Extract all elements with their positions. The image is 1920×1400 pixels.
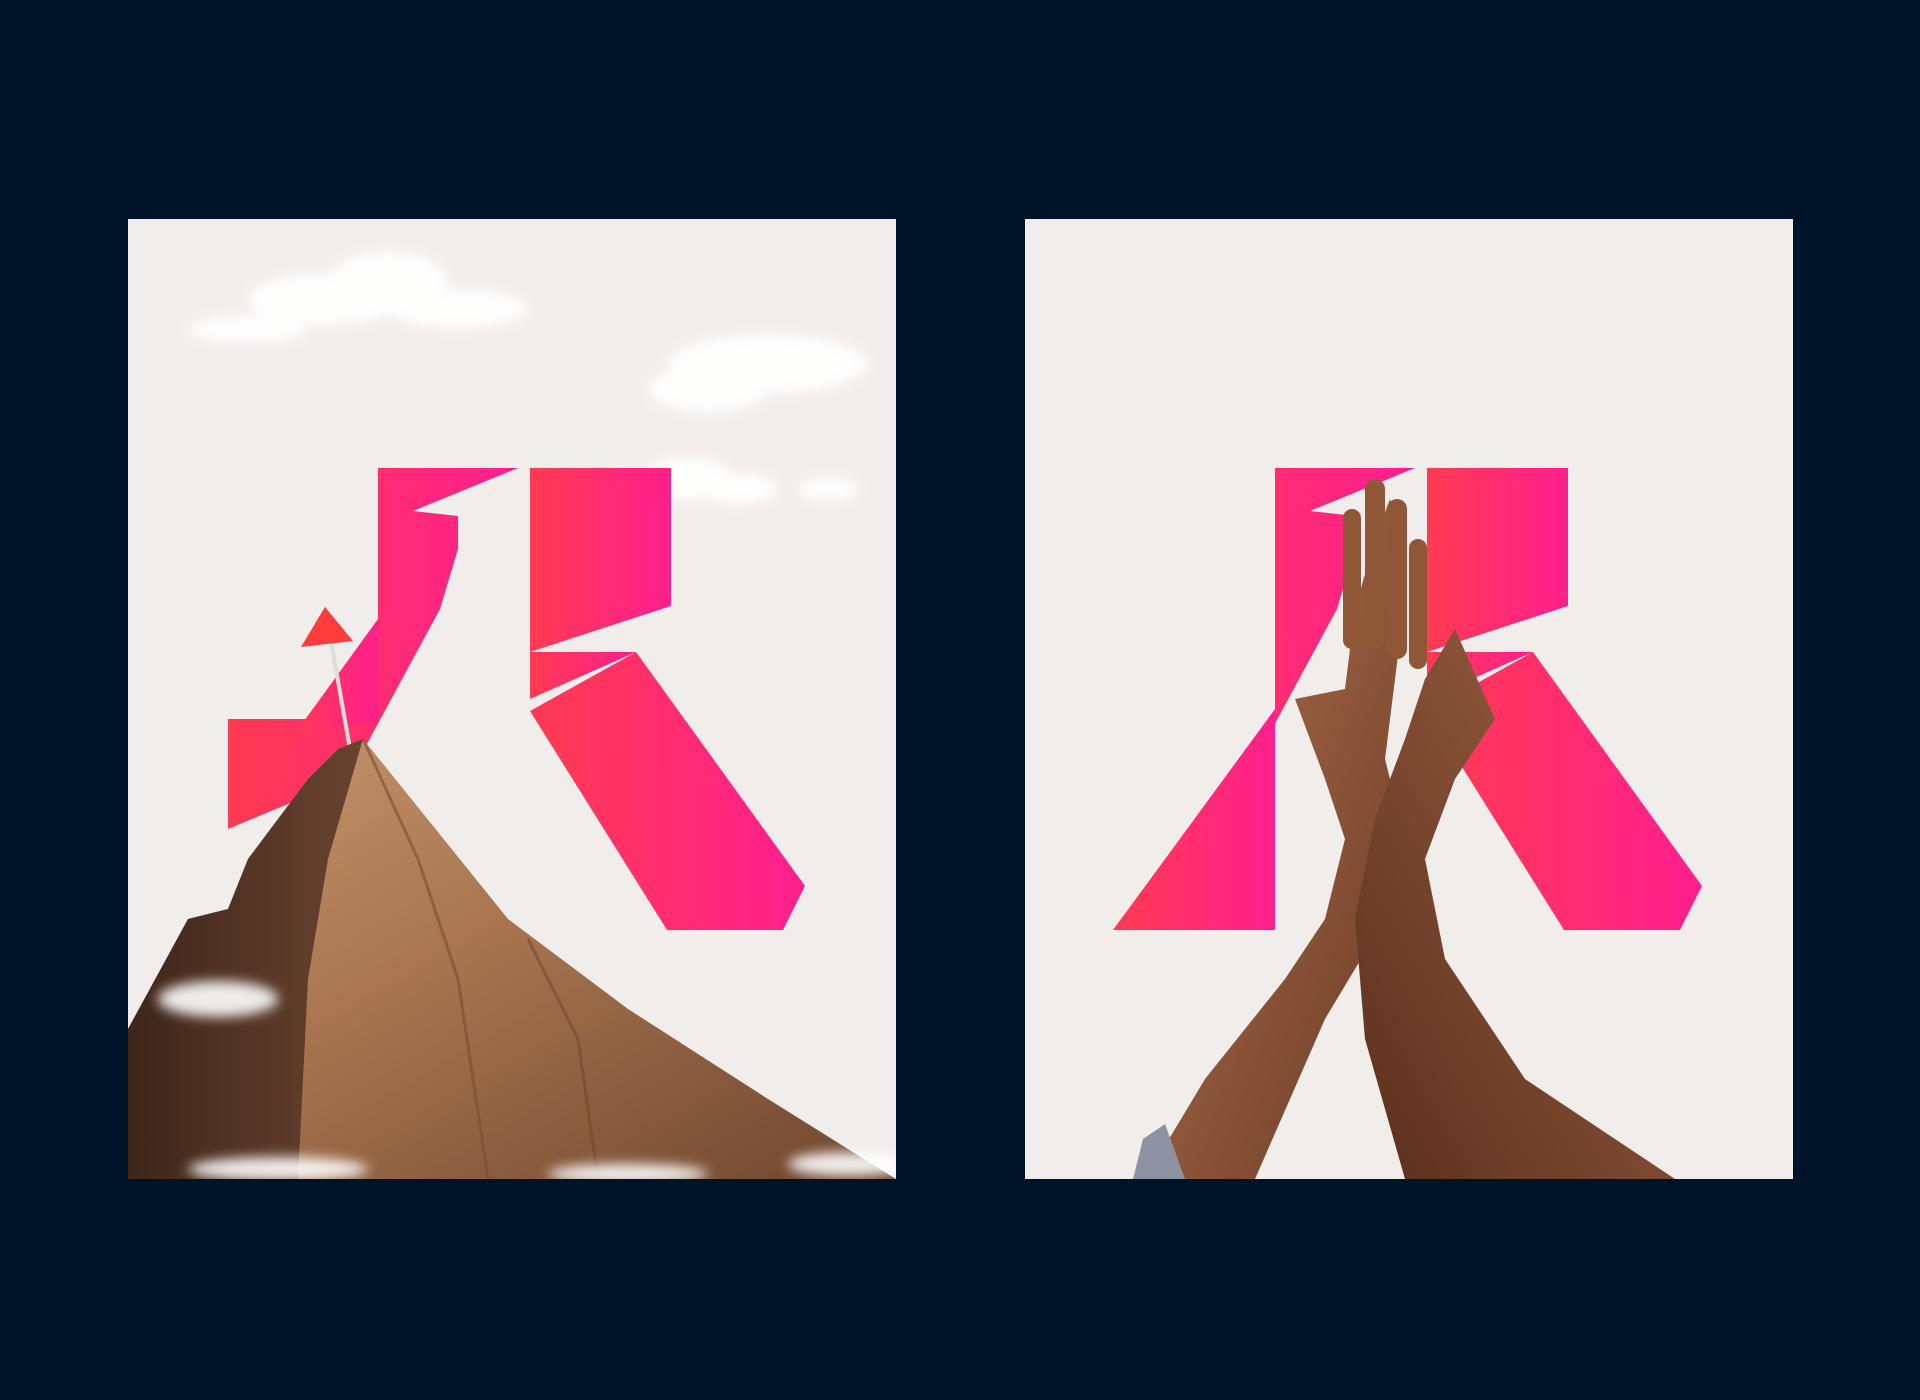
- high-five-poster-artwork: [1113, 468, 1702, 1179]
- high-five-poster: [1025, 219, 1793, 1179]
- mountain-poster: [128, 219, 896, 1179]
- cloud-top-right: [643, 334, 868, 505]
- mountain-poster-artwork: [128, 251, 896, 1179]
- cloud-top-left: [188, 251, 528, 343]
